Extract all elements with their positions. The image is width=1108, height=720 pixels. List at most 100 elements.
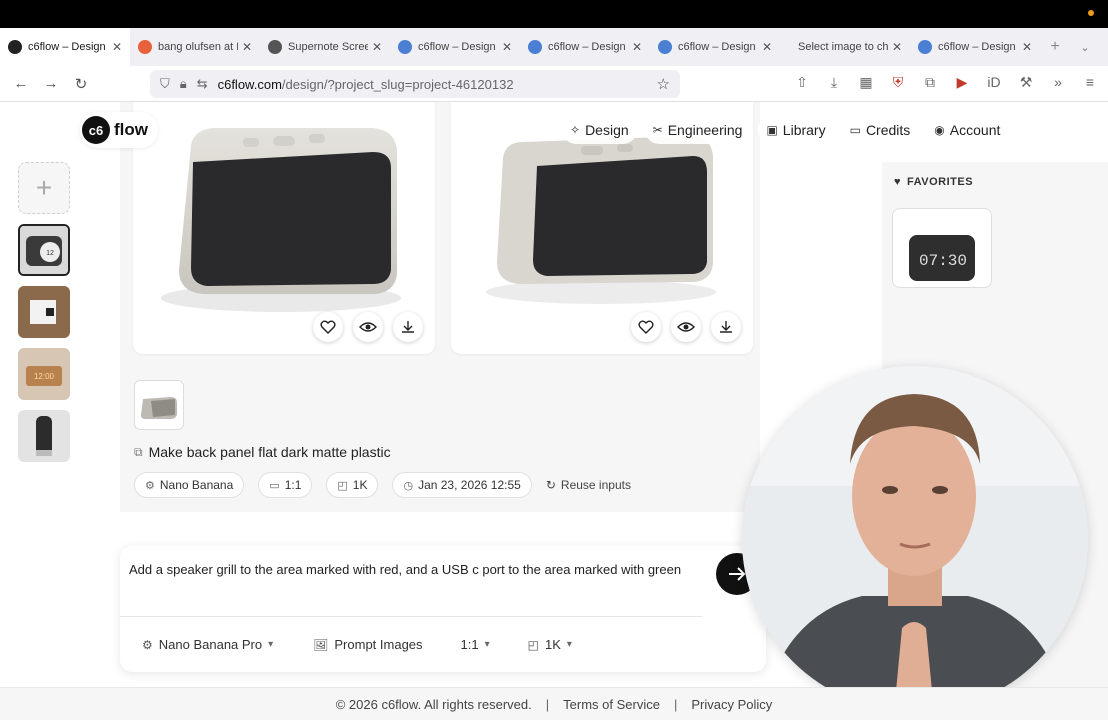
browser-tab[interactable]: c6flow – Design ✕: [520, 28, 650, 66]
close-tab-icon[interactable]: ✕: [242, 40, 252, 54]
resolution-select[interactable]: ◰ 1K ▾: [528, 637, 572, 652]
prompt-input[interactable]: Add a speaker grill to the area marked w…: [129, 560, 699, 579]
browser-toolbar: ← → ↻ ⛉ 🔒︎ ⇆ c6flow.com/design/?project_…: [0, 66, 1108, 102]
speaker-thumbnail-image: [141, 397, 177, 419]
favorite-item[interactable]: 07:30: [892, 208, 992, 288]
download-icon[interactable]: [711, 312, 741, 342]
new-tab-button[interactable]: +: [1040, 38, 1070, 56]
generation-meta-chips: ⚙ Nano Banana ▭ 1:1 ◰ 1K ◷ Jan 23, 2026 12:5…: [134, 472, 631, 498]
browser-tab[interactable]: c6flow – Design ✕: [650, 28, 780, 66]
favicon-icon: [528, 40, 542, 54]
date-chip: ◷ Jan 23, 2026 12:55: [392, 472, 532, 498]
forward-arrow-icon[interactable]: →: [36, 75, 66, 92]
c6flow-logo[interactable]: c6 flow: [80, 112, 158, 148]
cube-product-image: [18, 286, 70, 338]
wood-clock-image: 12:00: [18, 348, 70, 400]
browser-tab[interactable]: c6flow – Design ✕: [390, 28, 520, 66]
chevron-down-icon: ▾: [566, 639, 572, 650]
close-tab-icon[interactable]: ✕: [112, 40, 122, 54]
close-tab-icon[interactable]: ✕: [892, 40, 902, 54]
nav-credits[interactable]: ▭ Credits: [841, 116, 919, 144]
close-tab-icon[interactable]: ✕: [632, 40, 642, 54]
project-thumbnail[interactable]: [18, 410, 70, 462]
nav-design[interactable]: ✧ Design: [562, 116, 637, 144]
add-project-button[interactable]: +: [18, 162, 70, 214]
privacy-link[interactable]: Privacy Policy: [691, 697, 772, 712]
composer-options: ⚙ Nano Banana Pro ▾ 🖼︎ Prompt Images 1:1 ▾ ◰…: [142, 637, 572, 652]
alarm-clock-image: 07:30: [893, 209, 991, 287]
resolution-chip-label: 1K: [352, 478, 368, 492]
favicon-icon: [658, 40, 672, 54]
tab-title: bang olufsen at D: [158, 41, 238, 53]
card-icon: ▭: [849, 123, 861, 137]
nav-label: Engineering: [667, 122, 743, 138]
prompt-images-label: Prompt Images: [334, 637, 423, 652]
ratio-chip-label: 1:1: [284, 478, 302, 492]
id-icon[interactable]: iD: [984, 74, 1004, 91]
play-icon[interactable]: ▶: [952, 74, 972, 91]
prompt-images-button[interactable]: 🖼︎ Prompt Images: [313, 637, 422, 652]
puzzle-icon[interactable]: ⧉: [920, 74, 940, 91]
footer-divider: |: [673, 696, 678, 712]
browser-tab-strip: c6flow – Design ✕ bang olufsen at D ✕ Supern…: [0, 28, 1108, 66]
back-arrow-icon[interactable]: ←: [6, 75, 36, 92]
ratio-select[interactable]: 1:1 ▾: [461, 637, 490, 652]
resolution-icon: ◰: [527, 637, 539, 652]
ratio-select-label: 1:1: [460, 637, 479, 652]
svg-text:12:00: 12:00: [34, 372, 55, 381]
shield-icon[interactable]: ⛉: [160, 76, 170, 92]
favicon-icon: [398, 40, 412, 54]
lock-icon[interactable]: 🔒︎: [180, 76, 187, 92]
reload-icon[interactable]: ↻: [66, 75, 96, 93]
reuse-inputs-button[interactable]: ↻ Reuse inputs: [546, 472, 631, 498]
address-bar[interactable]: ⛉ 🔒︎ ⇆ c6flow.com/design/?project_slug=p…: [150, 70, 680, 98]
recording-dot: [1088, 10, 1094, 16]
site-settings-icon[interactable]: ⇆: [197, 76, 208, 92]
refresh-icon: ↻: [545, 478, 556, 492]
pocket-icon[interactable]: ⇧: [792, 74, 812, 91]
ublock-icon[interactable]: ⛨: [888, 74, 908, 91]
project-thumbnail[interactable]: 12:00: [18, 348, 70, 400]
presenter-video-image: [742, 366, 1088, 712]
browser-tab[interactable]: Select image to chan ✕: [780, 28, 910, 66]
download-icon[interactable]: [393, 312, 423, 342]
extension-grid-icon[interactable]: ▦: [856, 74, 876, 91]
model-select[interactable]: ⚙ Nano Banana Pro ▾: [142, 637, 273, 652]
model-chip-label: Nano Banana: [159, 478, 234, 492]
browser-tab[interactable]: c6flow – Design ✕: [0, 28, 130, 66]
close-tab-icon[interactable]: ✕: [372, 40, 382, 54]
tab-list-chevron-icon[interactable]: ⌄: [1070, 41, 1100, 54]
wrench-icon[interactable]: ⚒: [1016, 74, 1036, 91]
reuse-inputs-label: Reuse inputs: [560, 478, 631, 492]
nav-library[interactable]: ▣ Library: [758, 116, 834, 144]
project-thumbnail[interactable]: [18, 286, 70, 338]
favorite-heart-icon[interactable]: [631, 312, 661, 342]
close-tab-icon[interactable]: ✕: [502, 40, 512, 54]
tab-title: c6flow – Design: [678, 41, 756, 53]
cylinder-speaker-image: [18, 410, 70, 462]
nav-account[interactable]: ◉ Account: [926, 116, 1009, 144]
tab-title: c6flow – Design: [548, 41, 626, 53]
view-eye-icon[interactable]: [353, 312, 383, 342]
close-tab-icon[interactable]: ✕: [1022, 40, 1032, 54]
browser-tab[interactable]: bang olufsen at D ✕: [130, 28, 260, 66]
bookmark-star-icon[interactable]: ☆: [657, 75, 670, 93]
view-eye-icon[interactable]: [671, 312, 701, 342]
overflow-icon[interactable]: »: [1048, 74, 1068, 91]
copy-icon[interactable]: ⧉: [134, 445, 143, 460]
download-icon[interactable]: ⤓: [824, 74, 844, 91]
chevron-down-icon: ▾: [268, 639, 274, 650]
sparkle-icon: ✧: [570, 123, 581, 137]
project-thumbnail[interactable]: 12: [18, 224, 70, 276]
menu-icon[interactable]: ≡: [1080, 74, 1100, 91]
browser-tab[interactable]: Supernote Screen ✕: [260, 28, 390, 66]
nav-engineering[interactable]: ✂ Engineering: [644, 116, 751, 144]
terms-link[interactable]: Terms of Service: [563, 697, 660, 712]
reference-image-thumbnail[interactable]: [134, 380, 184, 430]
browser-tab[interactable]: c6flow – Design ✕: [910, 28, 1040, 66]
result-card-1[interactable]: [133, 102, 435, 354]
tab-title: c6flow – Design: [28, 41, 106, 53]
chevron-down-icon: ▾: [484, 639, 490, 650]
favorite-heart-icon[interactable]: [313, 312, 343, 342]
close-tab-icon[interactable]: ✕: [762, 40, 772, 54]
